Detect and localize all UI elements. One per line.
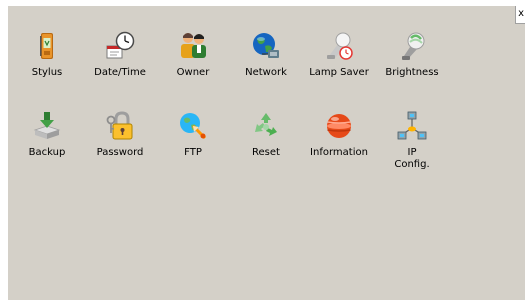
owner-icon bbox=[181, 33, 206, 58]
applet-brightness[interactable]: Brightness bbox=[379, 30, 445, 79]
applet-label: Password bbox=[96, 147, 144, 158]
information-icon bbox=[327, 114, 351, 138]
brightness-icon bbox=[402, 32, 425, 60]
date-time-icon bbox=[106, 31, 135, 59]
applet-date-time[interactable]: Date/Time bbox=[87, 30, 153, 79]
applet-label: FTP bbox=[184, 147, 202, 158]
applet-lamp-saver[interactable]: Lamp Saver bbox=[306, 30, 372, 79]
applet-label: IP Config. bbox=[394, 147, 430, 170]
backup-icon bbox=[33, 112, 61, 139]
applet-information[interactable]: Information bbox=[306, 110, 372, 159]
lamp-saver-icon bbox=[327, 32, 353, 60]
applet-label: Information bbox=[310, 147, 368, 158]
applet-label: Date/Time bbox=[94, 67, 146, 78]
applet-network[interactable]: Network bbox=[233, 30, 299, 79]
close-button[interactable]: x bbox=[515, 6, 525, 24]
applet-label: Reset bbox=[252, 147, 280, 158]
applet-label: Brightness bbox=[385, 67, 439, 78]
applet-label: Lamp Saver bbox=[309, 67, 369, 78]
applet-ftp[interactable]: FTP bbox=[160, 110, 226, 159]
network-icon bbox=[253, 33, 279, 58]
reset-icon bbox=[255, 113, 277, 136]
applet-label: Network bbox=[245, 67, 287, 78]
applet-label: Owner bbox=[176, 67, 210, 78]
stylus-icon bbox=[40, 33, 53, 59]
applet-reset[interactable]: Reset bbox=[233, 110, 299, 159]
applet-label: Backup bbox=[28, 147, 66, 158]
control-panel-window: x Stylus Date/Time Owner Network Lamp Sa… bbox=[8, 6, 525, 300]
applet-owner[interactable]: Owner bbox=[160, 30, 226, 79]
applet-label: Stylus bbox=[31, 67, 63, 78]
password-icon bbox=[106, 111, 133, 140]
applet-stylus[interactable]: Stylus bbox=[14, 30, 80, 79]
ip-config-icon bbox=[397, 111, 427, 140]
applet-password[interactable]: Password bbox=[87, 110, 153, 159]
applet-backup[interactable]: Backup bbox=[14, 110, 80, 159]
ftp-icon bbox=[180, 113, 207, 140]
applet-ip-config[interactable]: IP Config. bbox=[379, 110, 445, 171]
